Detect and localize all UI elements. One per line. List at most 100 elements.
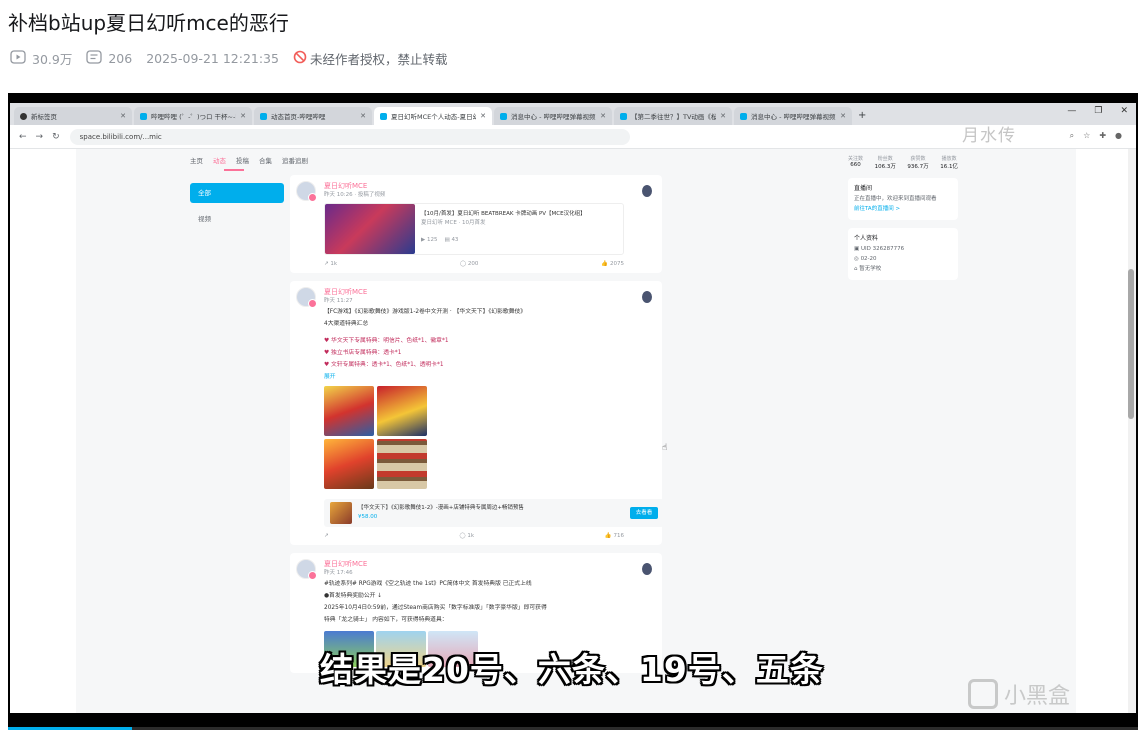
extension-icon[interactable]: ✚ [1099,131,1106,141]
bilibili-icon [260,112,267,120]
minimize-icon[interactable]: — [1067,106,1076,116]
watermark-bottom: 小黑盒 [968,678,1070,710]
repost-button[interactable]: ↗ 1k [324,261,337,267]
forward-icon[interactable]: → [36,132,44,142]
browser-tab[interactable]: 消息中心 - 哔哩哔哩弹幕视频 ✕ [494,107,612,125]
subnav-collections[interactable]: 合集 [259,155,272,165]
tab-close-icon[interactable]: ✕ [720,112,726,120]
repost-button[interactable]: ↗ [324,533,329,539]
video-card[interactable]: 【10月/首发】夏日幻听 BEATBREAK 卡牌动画 PV【MCE汉化组】 夏… [324,203,624,255]
circle-icon [20,112,27,120]
browser-tab[interactable]: 动态首页-哔哩哔哩 ✕ [254,107,372,125]
post-line: 特典「龙之骑士」 内容如下，可获得特典道具： [324,617,448,623]
post-image[interactable] [324,439,374,489]
avatar[interactable] [296,181,317,202]
tab-close-icon[interactable]: ✕ [360,112,366,120]
post-image[interactable] [324,386,374,436]
new-tab-button[interactable]: + [858,107,866,125]
url-field[interactable]: space.bilibili.com/...mic [69,128,630,145]
browser-tab[interactable]: 【第二季往世？】TV动画《桜 ✕ [614,107,732,125]
bilibili-icon [620,112,627,120]
filter-all[interactable]: 全部 [190,183,284,203]
video-info: 【10月/首发】夏日幻听 BEATBREAK 卡牌动画 PV【MCE汉化组】 夏… [415,204,592,254]
profile-info-title: 个人资料 [854,235,879,242]
expand-link[interactable]: 展开 [324,373,654,382]
post-author[interactable]: 夏日幻听MCE [324,181,654,191]
browser-tab[interactable]: 消息中心 - 哔哩哔哩弹幕视频网 ✕ [734,107,852,125]
feed-card: 夏日幻听MCE 昨天 11:27 【FC游戏】《幻影歌舞伎》游戏版1-2卷中文开… [290,281,664,545]
maximize-icon[interactable]: ❐ [1094,106,1102,116]
live-notice-title: 直播间 [854,185,873,192]
danmaku-count-value: 206 [108,50,133,66]
view-count-value: 30.9万 [32,51,73,67]
profile-school: ⌂ 暂无学校 [854,266,882,272]
post-image[interactable] [377,386,427,436]
like-count: 716 [613,533,625,539]
post-line: ♥ 独立书店专属特典：透卡*1 [324,350,402,356]
video-thumbnail[interactable] [325,204,415,254]
like-button[interactable]: 👍 716 [605,533,624,539]
copyright-text: 未经作者授权，禁止转载 [309,51,448,67]
subnav-uploads[interactable]: 投稿 [236,155,249,165]
goods-card[interactable]: 【华文天下】《幻影歌舞伎1-2》-漫画+店铺特典专属周边+畅销预售 ¥58.00… [324,499,664,527]
tab-close-icon[interactable]: ✕ [600,112,606,120]
back-icon[interactable]: ← [19,132,27,142]
comment-button[interactable]: ◯ 200 [460,261,478,267]
avatar[interactable] [296,287,317,308]
star-icon[interactable]: ☆ [1083,131,1090,141]
browser-tab[interactable]: 新标签页 ✕ [14,107,132,125]
browser-tab[interactable]: 哔哩哔哩 (゜-゜)つロ 干杯~-b ✕ [134,107,252,125]
subnav-bangumi[interactable]: 追番追剧 [282,155,308,165]
stat-label: 粉丝数 [877,156,893,162]
page-scrollbar[interactable] [1128,149,1136,713]
stat-value: 660 [850,162,861,168]
post-author[interactable]: 夏日幻听MCE [324,287,654,297]
post-time: 昨天 10:26 · 投稿了视频 [324,192,386,198]
like-button[interactable]: 👍 2075 [601,261,624,267]
stat-likes: 获赞数 936.7万 [907,155,928,170]
scrollbar-thumb[interactable] [1128,269,1134,419]
stat-followers[interactable]: 粉丝数 106.3万 [875,155,896,170]
uid-value: UID 326287776 [860,246,905,252]
post-line: ●首发特典奖励公开 ↓ [324,593,383,599]
school-value: 暂无学校 [859,266,882,272]
post-line: ♥ 文轩专属特典：透卡*1、色纸*1、透明卡*1 [324,362,444,368]
video-frame: 新标签页 ✕ 哔哩哔哩 (゜-゜)つロ 干杯~-b ✕ 动态首页-哔哩哔哩 ✕ 夏日幻听MC… [10,103,1136,713]
avatar[interactable] [296,559,317,580]
profile-sidebar: 关注数 660 粉丝数 106.3万 获赞数 936.7万 播放数 16.1亿 直播间 … [848,155,958,280]
reload-icon[interactable]: ↻ [52,132,60,142]
browser-tab-label: 哔哩哔哩 (゜-゜)つロ 干杯~-b [151,113,237,121]
subnav-dynamic[interactable]: 动态 [213,155,226,165]
tab-close-icon[interactable]: ✕ [120,112,126,120]
comment-button[interactable]: ◯ 1k [459,533,474,539]
tab-close-icon[interactable]: ✕ [840,112,846,120]
video-card-title[interactable]: 【10月/首发】夏日幻听 BEATBREAK 卡牌动画 PV【MCE汉化组】 [421,210,586,219]
stat-following[interactable]: 关注数 660 [848,155,863,170]
tab-close-icon[interactable]: ✕ [480,112,486,120]
profile-icon[interactable]: ● [1115,131,1122,141]
decoration-badge [642,185,652,197]
video-player[interactable]: 新标签页 ✕ 哔哩哔哩 (゜-゜)つロ 干杯~-b ✕ 动态首页-哔哩哔哩 ✕ 夏日幻听MC… [8,93,1138,727]
tab-close-icon[interactable]: ✕ [240,112,246,120]
post-actions: ↗ ◯ 1k 👍 716 [324,527,654,539]
search-icon[interactable]: ⌕ [1070,131,1074,141]
browser-tab[interactable]: 夏日幻听MCE个人动态-夏日幻 ✕ [374,107,492,125]
post-author[interactable]: 夏日幻听MCE [324,559,654,569]
post-line: #轨迹系列# RPG游戏《空之轨迹 the 1st》PC简体中文 首发特典版 已… [324,581,532,587]
stat-value: 106.3万 [874,164,896,170]
space-subnav: 主页 动态 投稿 合集 追番追剧 [190,155,308,165]
post-image[interactable] [377,439,427,489]
video-progress-bar[interactable] [8,727,1138,730]
stat-label: 获赞数 [910,156,926,162]
live-notice-link[interactable]: 前往TA的直播间 > [854,204,952,214]
goods-price: ¥58.00 [358,514,378,520]
video-subtitle: 结果是20号、六条、19号、五条 [320,650,824,689]
subnav-home[interactable]: 主页 [190,155,203,165]
post-line: 2025年10月4日0:59前，通过Steam商店购买「数字标准版」「数字豪华版… [324,605,547,611]
goods-button[interactable]: 去看看 [630,507,658,519]
filter-video[interactable]: 视频 [190,209,284,229]
goods-title: 【华文天下】《幻影歌舞伎1-2》-漫画+店铺特典专属周边+畅销预售 [358,505,524,511]
close-icon[interactable]: ✕ [1120,106,1128,116]
bilibili-icon [740,112,747,120]
browser-tab-label: 新标签页 [31,113,57,121]
